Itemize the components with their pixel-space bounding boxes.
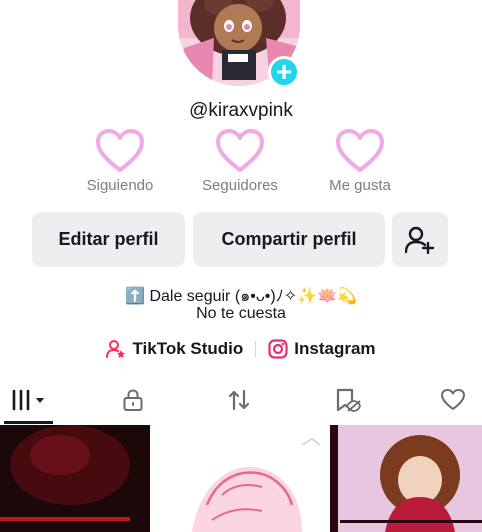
stat-likes-label: Me gusta <box>329 177 391 194</box>
content-tabs <box>0 380 482 424</box>
add-user-icon <box>405 226 435 254</box>
chevron-down-icon <box>36 398 44 403</box>
tiktok-studio-label: TikTok Studio <box>132 339 244 358</box>
heart-icon <box>441 389 465 410</box>
instagram-label: Instagram <box>294 339 376 358</box>
share-profile-button[interactable]: Compartir perfil <box>193 212 385 267</box>
video-thumbnail[interactable] <box>330 425 482 532</box>
video-thumbnail-image <box>330 425 482 532</box>
heart-outline-icon <box>336 129 384 172</box>
active-tab-indicator <box>4 421 53 424</box>
tab-saved-hidden[interactable] <box>323 380 371 420</box>
tab-private[interactable] <box>110 380 156 420</box>
instagram-icon <box>268 339 288 359</box>
hidden-bookmark-icon <box>336 388 361 412</box>
stat-likes[interactable]: Me gusta <box>280 128 440 194</box>
plus-icon: + <box>275 56 293 87</box>
edit-profile-button[interactable]: Editar perfil <box>32 212 185 267</box>
repost-icon <box>228 389 250 411</box>
tiktok-studio-icon <box>106 340 126 358</box>
tiktok-studio-link[interactable]: TikTok Studio <box>106 339 243 359</box>
grid-icon <box>12 389 44 411</box>
instagram-link[interactable]: Instagram <box>268 339 376 359</box>
video-thumbnail-image <box>0 425 150 532</box>
video-thumbnail[interactable] <box>152 425 328 532</box>
lock-icon <box>123 389 143 411</box>
add-friend-button[interactable] <box>392 212 448 267</box>
add-avatar-button[interactable]: + <box>268 56 300 88</box>
tab-videos[interactable] <box>4 380 54 420</box>
bio-line-2: No te cuesta <box>196 305 286 322</box>
tab-liked[interactable] <box>430 380 476 420</box>
heart-outline-icon <box>96 129 144 172</box>
username: @kiraxvpink <box>189 100 293 121</box>
links-divider <box>255 341 257 357</box>
profile-avatar-container[interactable]: + <box>178 0 300 88</box>
tab-reposts[interactable] <box>215 380 263 420</box>
heart-outline-icon <box>216 129 264 172</box>
profile-links: TikTok Studio Instagram <box>0 337 482 361</box>
video-thumbnail-image <box>152 425 328 532</box>
video-thumbnail[interactable] <box>0 425 150 532</box>
